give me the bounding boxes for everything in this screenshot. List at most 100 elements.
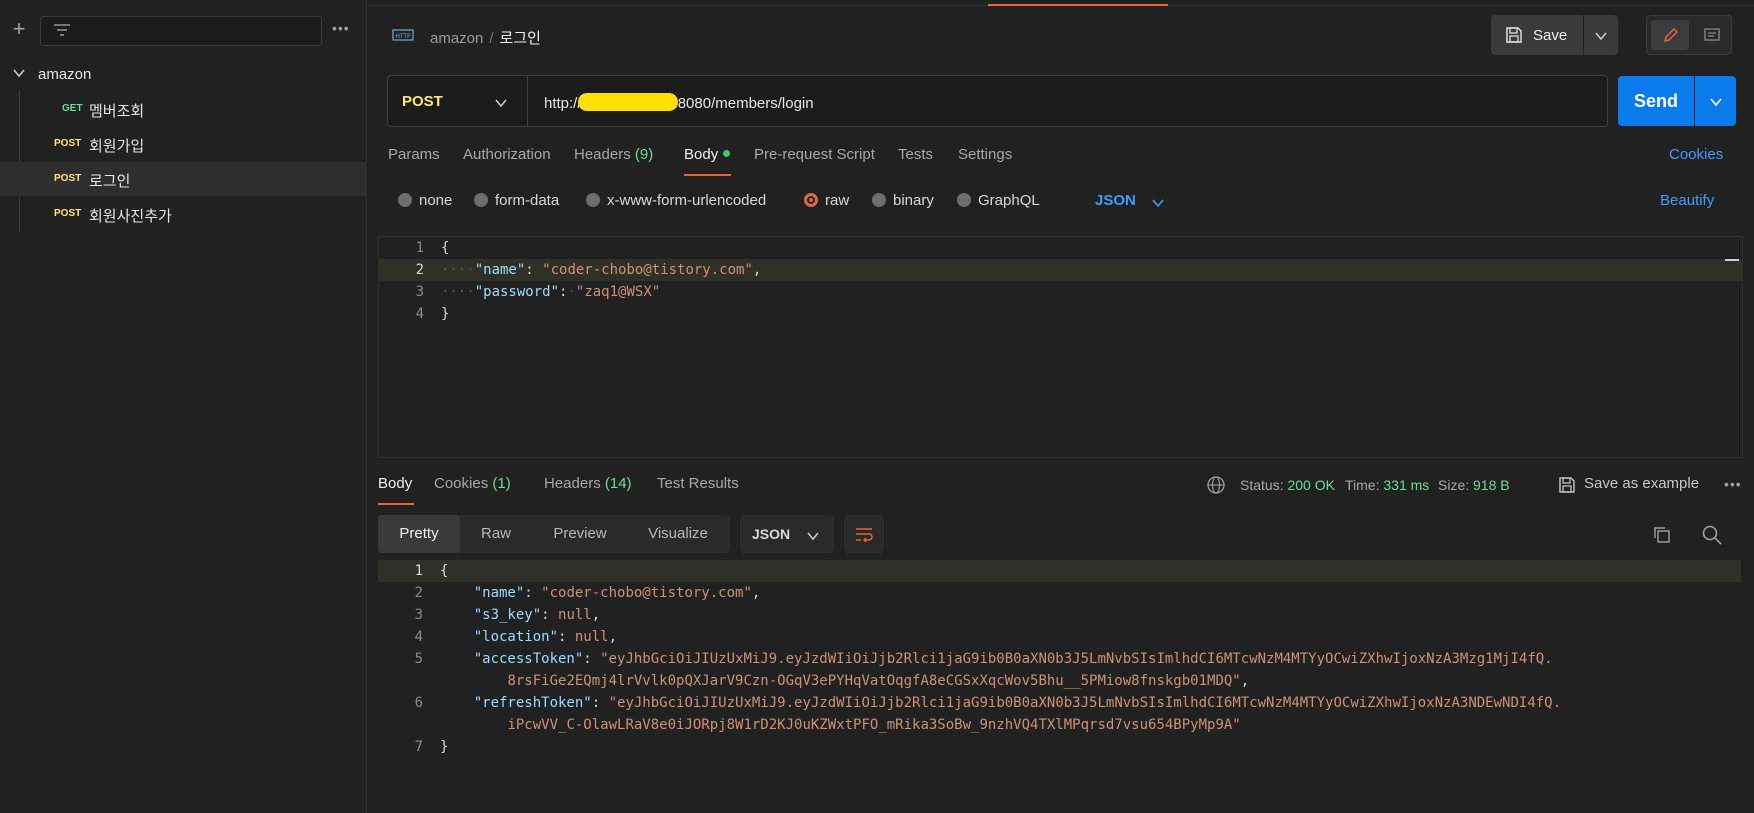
save-example-label: Save as example: [1584, 475, 1700, 492]
radio-binary[interactable]: binary: [872, 192, 934, 209]
http-icon: HTTP: [392, 29, 414, 41]
view-visualize[interactable]: Visualize: [628, 515, 728, 553]
editor-line: 1 {: [379, 237, 1742, 259]
svg-text:HTTP: HTTP: [395, 33, 411, 40]
size-value: 918 B: [1473, 477, 1510, 493]
radio-raw[interactable]: raw: [804, 192, 849, 209]
body-format-select[interactable]: JSON: [1095, 192, 1164, 209]
chevron-down-icon[interactable]: [12, 66, 26, 80]
request-label: 로그인: [89, 173, 131, 190]
status: Status: 200 OK: [1240, 477, 1335, 493]
sidebar-more-button[interactable]: •••: [332, 20, 350, 36]
breadcrumb: amazon / 로그인: [430, 27, 541, 48]
wrap-lines-icon: [856, 528, 873, 543]
response-tab-cookies[interactable]: Cookies (1): [434, 475, 511, 492]
beautify-link[interactable]: Beautify: [1660, 192, 1714, 209]
size: Size: 918 B: [1438, 477, 1510, 493]
radio-form-data[interactable]: form-data: [474, 192, 559, 209]
save-dropdown-button[interactable]: [1584, 15, 1618, 55]
breadcrumb-collection[interactable]: amazon: [430, 30, 483, 47]
tab-underline: [684, 174, 731, 176]
line-number: 4: [414, 629, 423, 645]
editor-line: 1 {: [378, 560, 1741, 582]
time-value: 331 ms: [1383, 477, 1430, 493]
line-number: 1: [414, 563, 423, 579]
sidebar-request-member-list[interactable]: GET 멤버조회: [0, 92, 367, 126]
tab-headers[interactable]: Headers (9): [574, 146, 653, 163]
sidebar-request-login[interactable]: POST 로그인: [0, 162, 367, 196]
method-select[interactable]: POST: [388, 76, 528, 126]
tab-settings[interactable]: Settings: [958, 146, 1012, 163]
code: "name": "coder-chobo@tistory.com",: [473, 585, 761, 601]
sidebar-request-signup[interactable]: POST 회원가입: [0, 127, 367, 161]
line-number: 4: [415, 306, 424, 322]
view-preview[interactable]: Preview: [532, 515, 628, 553]
code: {: [440, 563, 449, 579]
code: }: [440, 739, 449, 755]
radio-circle-selected: [804, 193, 818, 207]
pencil-icon: [1663, 27, 1679, 43]
edit-mode-button[interactable]: [1651, 20, 1689, 50]
tab-body-label: Body: [684, 146, 719, 163]
status-label: Status:: [1240, 477, 1284, 493]
time-label: Time:: [1345, 477, 1380, 493]
tab-prerequest-script[interactable]: Pre-request Script: [754, 146, 875, 163]
radio-label: none: [419, 192, 453, 209]
view-raw[interactable]: Raw: [460, 515, 532, 553]
collection-amazon[interactable]: amazon: [0, 62, 367, 88]
filter-input[interactable]: [40, 16, 322, 46]
send-dropdown-button[interactable]: [1695, 76, 1736, 126]
radio-circle: [586, 193, 600, 207]
radio-none[interactable]: none: [398, 192, 452, 209]
tab-authorization[interactable]: Authorization: [463, 146, 551, 163]
editor-line: 3 "s3_key": null,: [378, 604, 1741, 626]
line-number: 3: [414, 607, 423, 623]
redacted-host: [577, 93, 678, 111]
breadcrumb-request[interactable]: 로그인: [500, 30, 541, 47]
copy-icon[interactable]: [1652, 525, 1672, 545]
headers-count: (9): [634, 146, 654, 163]
response-tab-body[interactable]: Body: [378, 475, 412, 492]
tab-label: Headers: [544, 475, 601, 492]
url-suffix: :8080/members/login: [673, 95, 814, 112]
tab-tests[interactable]: Tests: [898, 146, 933, 163]
save-icon: [1559, 477, 1575, 493]
method-badge: POST: [54, 173, 82, 184]
new-collection-button[interactable]: +: [8, 18, 30, 40]
request-body-editor[interactable]: 1 { 2 ····"name": "coder-chobo@tistory.c…: [378, 236, 1743, 458]
sidebar-request-add-photo[interactable]: POST 회원사진추가: [0, 197, 367, 231]
chevron-down-icon: [1710, 98, 1722, 107]
search-icon[interactable]: [1701, 524, 1723, 546]
radio-graphql[interactable]: GraphQL: [957, 192, 1040, 209]
response-tab-test-results[interactable]: Test Results: [657, 475, 739, 492]
radio-urlencoded[interactable]: x-www-form-urlencoded: [586, 192, 766, 209]
line-number: 7: [414, 739, 423, 755]
wrap-lines-button[interactable]: [844, 515, 884, 553]
time: Time: 331 ms: [1345, 477, 1429, 493]
scrollbar-marker[interactable]: [1725, 259, 1739, 261]
save-label: Save: [1533, 27, 1568, 44]
save-button[interactable]: Save: [1491, 15, 1583, 55]
tab-params[interactable]: Params: [388, 146, 440, 163]
sidebar-toolbar: + •••: [0, 10, 367, 54]
sidebar: + ••• amazon GET 멤버조회 POST 회원가입 POST 로그인…: [0, 0, 367, 813]
cookies-count: (1): [492, 475, 511, 492]
view-pretty[interactable]: Pretty: [378, 515, 460, 553]
cookies-link[interactable]: Cookies: [1669, 146, 1723, 163]
url-bar: POST http://:8080/members/login: [387, 75, 1608, 127]
documentation-mode-button[interactable]: [1695, 20, 1729, 50]
request-label: 회원사진추가: [89, 208, 172, 225]
url-input[interactable]: http://:8080/members/login: [544, 93, 814, 112]
line-number: 2: [414, 585, 423, 601]
editor-line: 2 "name": "coder-chobo@tistory.com",: [378, 582, 1741, 604]
code: }: [441, 306, 450, 322]
globe-icon[interactable]: [1206, 475, 1226, 495]
response-format-select[interactable]: JSON: [740, 515, 834, 553]
response-tab-headers[interactable]: Headers (14): [544, 475, 632, 492]
send-button[interactable]: Send: [1618, 76, 1694, 126]
comment-icon: [1704, 28, 1720, 41]
editor-line: 2 ····"name": "coder-chobo@tistory.com",: [379, 259, 1742, 281]
response-more-button[interactable]: •••: [1724, 476, 1742, 492]
tab-body[interactable]: Body: [684, 146, 731, 163]
response-body-viewer[interactable]: 1 { 2 "name": "coder-chobo@tistory.com",…: [378, 560, 1743, 760]
